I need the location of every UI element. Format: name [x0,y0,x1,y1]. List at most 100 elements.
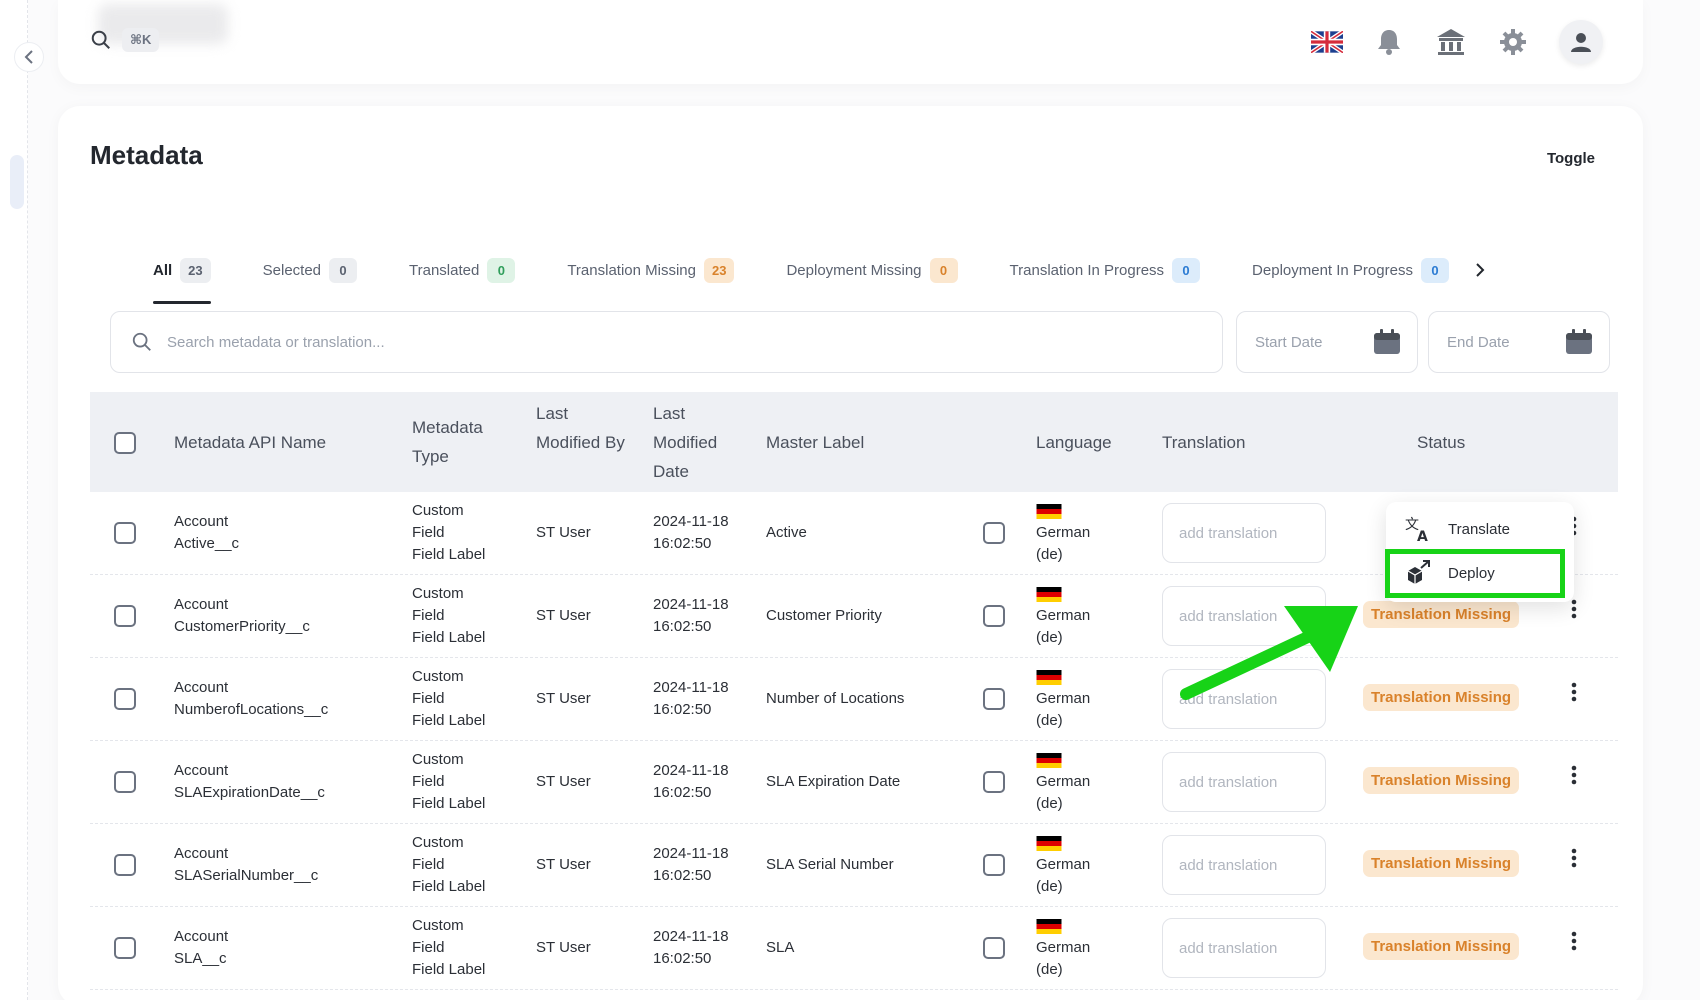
search-input[interactable] [167,333,1067,351]
german-flag-icon [1036,587,1062,602]
type-line: Custom [412,917,464,934]
settings-button[interactable] [1497,26,1529,58]
row-actions-button[interactable] [1569,931,1579,957]
metadata-api-name: Account CustomerPriority__c [174,594,310,638]
kebab-menu-icon [1571,682,1577,702]
date-line: 2024-11-18 [653,596,729,613]
api-field: Active__c [174,535,240,552]
tab-all[interactable]: All 23 [153,248,211,304]
tabs-next-button[interactable] [1475,260,1495,280]
header-status[interactable]: Status [1417,428,1465,457]
language-code: (de) [1036,629,1063,646]
master-label-checkbox[interactable] [983,688,1005,710]
metadata-api-name: Account SLASerialNumber__c [174,843,318,887]
master-label: SLA [766,939,795,956]
header-metadata-type[interactable]: Metadata Type [412,413,512,471]
calendar-icon[interactable] [1565,329,1593,355]
type-line: Field Label [412,629,486,646]
status-badge: Translation Missing [1363,850,1520,877]
organization-button[interactable] [1435,26,1467,58]
translation-input[interactable] [1162,918,1326,978]
modified-date: 2024-11-18 16:02:50 [653,760,729,804]
tab-deployment-in-progress[interactable]: Deployment In Progress 0 [1252,248,1449,292]
master-label-checkbox[interactable] [983,605,1005,627]
row-checkbox[interactable] [114,937,136,959]
end-date-field[interactable]: End Date [1428,311,1610,373]
modified-by: ST User [536,939,591,956]
global-search-button[interactable]: ⌘K [90,28,160,52]
header-modified-by[interactable]: Last Modified By [536,399,626,457]
header-modified-date[interactable]: Last Modified Date [653,399,743,486]
metadata-type: Custom Field Field Label [412,500,485,566]
master-label-checkbox[interactable] [983,937,1005,959]
kebab-menu-icon [1571,931,1577,951]
master-label-checkbox[interactable] [983,854,1005,876]
tab-count-badge: 23 [180,257,211,283]
status-badge: Translation Missing [1363,601,1520,628]
date-line: 2024-11-18 [653,679,729,696]
metadata-search[interactable] [110,311,1223,373]
row-actions-button[interactable] [1569,682,1579,708]
language-name: German [1036,524,1091,541]
tab-count-badge: 23 [704,257,735,283]
api-field: NumberofLocations__c [174,701,329,718]
row-checkbox[interactable] [114,771,136,793]
language: German (de) [1036,753,1090,815]
language-code: (de) [1036,546,1063,563]
kebab-menu-icon [1571,848,1577,868]
user-avatar[interactable] [1559,20,1603,64]
language-selector[interactable] [1311,26,1343,58]
metadata-api-name: Account SLAExpirationDate__c [174,760,325,804]
api-field: SLA__c [174,950,227,967]
start-date-field[interactable]: Start Date [1236,311,1418,373]
type-line: Custom [412,502,464,519]
language: German (de) [1036,587,1090,649]
table-row: Account SLASerialNumber__c Custom Field Fiel… [90,824,1618,907]
tab-translated[interactable]: Translated 0 [409,248,516,292]
header-language[interactable]: Language [1036,428,1112,457]
header-api-name[interactable]: Metadata API Name [174,428,326,457]
translation-input[interactable] [1162,503,1326,563]
language-name: German [1036,856,1091,873]
collapse-sidebar-button[interactable] [14,42,44,72]
translate-menu-item[interactable]: 文A Translate [1386,508,1574,550]
tab-deployment-missing[interactable]: Deployment Missing 0 [786,248,958,292]
row-checkbox[interactable] [114,854,136,876]
rail-active-item[interactable] [10,155,24,209]
row-checkbox[interactable] [114,688,136,710]
kebab-menu-icon [1571,765,1577,785]
translation-input[interactable] [1162,835,1326,895]
calendar-icon[interactable] [1373,329,1401,355]
language-name: German [1036,773,1091,790]
api-field: CustomerPriority__c [174,618,310,635]
select-all-checkbox[interactable] [114,432,136,454]
tab-label: Translation In Progress [1009,261,1165,279]
type-line: Field [412,939,445,956]
translate-icon: 文A [1405,517,1428,543]
notifications-button[interactable] [1373,26,1405,58]
tab-translation-in-progress[interactable]: Translation In Progress 0 [1010,248,1201,292]
header-translation[interactable]: Translation [1162,428,1245,457]
bell-icon [1378,30,1400,55]
header-master-label[interactable]: Master Label [766,428,864,457]
row-actions-button[interactable] [1569,848,1579,874]
toggle-button[interactable]: Toggle [1547,150,1595,167]
status-tabs: All 23 Selected 0 Translated 0 Translation … [153,248,1495,304]
type-line: Field [412,690,445,707]
master-label-checkbox[interactable] [983,522,1005,544]
modified-date: 2024-11-18 16:02:50 [653,677,729,721]
row-actions-button[interactable] [1569,765,1579,791]
tab-selected[interactable]: Selected 0 [263,248,358,292]
row-actions-button[interactable] [1569,599,1579,625]
translation-input[interactable] [1162,752,1326,812]
master-label-checkbox[interactable] [983,771,1005,793]
master-label: SLA Serial Number [766,856,894,873]
date-line: 2024-11-18 [653,513,729,530]
metadata-type: Custom [412,996,460,1000]
row-checkbox[interactable] [114,522,136,544]
api-object: Account [174,928,229,945]
language-code: (de) [1036,878,1063,895]
tab-translation-missing[interactable]: Translation Missing 23 [567,248,735,292]
row-checkbox[interactable] [114,605,136,627]
time-line: 16:02:50 [653,867,712,884]
